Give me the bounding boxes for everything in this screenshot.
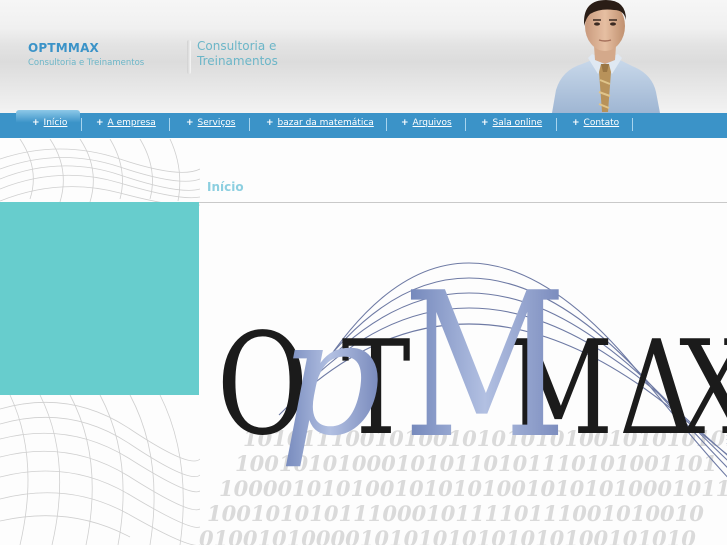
- nav-item-arquivos[interactable]: + Arquivos: [401, 118, 452, 132]
- nav-divider: [632, 118, 633, 131]
- nav-item-inicio[interactable]: + Início: [32, 118, 67, 132]
- plus-icon: +: [572, 118, 580, 128]
- nav-item-label[interactable]: Início: [44, 118, 68, 128]
- nav-item-label[interactable]: Serviços: [198, 118, 236, 128]
- plus-icon: +: [401, 118, 409, 128]
- nav-item-sala-online[interactable]: + Sala online: [481, 118, 542, 132]
- nav-item-a-empresa[interactable]: + A empresa: [96, 118, 156, 132]
- header-slogan: Consultoria e Treinamentos: [197, 39, 278, 68]
- plus-icon: +: [266, 118, 274, 128]
- brand-name[interactable]: OPTMMAX: [28, 41, 144, 55]
- optmmax-logo-graphic: 10101110010100101010101001010101010 1001…: [199, 249, 727, 545]
- optmmax-logo: 10101110010100101010101001010101010 1001…: [199, 203, 727, 545]
- nav-item-label[interactable]: A empresa: [108, 118, 156, 128]
- brand-tagline: Consultoria e Treinamentos: [28, 58, 145, 68]
- binary-line: 1001010101110001011110111001010010: [207, 501, 704, 526]
- nav-divider: [169, 118, 170, 131]
- binary-line: 0100101000010101010101010100101010: [199, 526, 696, 545]
- header-divider: [187, 40, 191, 74]
- teal-feature-block: [0, 202, 199, 395]
- nav-item-label[interactable]: Sala online: [493, 118, 543, 128]
- businessman-photo: [552, 0, 660, 113]
- logo-letter-m-blue: M: [403, 249, 567, 482]
- nav-item-bazar-da-matematica[interactable]: + bazar da matemática: [266, 118, 374, 132]
- nav-item-servicos[interactable]: + Serviços: [186, 118, 235, 132]
- page-title: Início: [207, 180, 244, 194]
- logo-letter-x: X: [679, 313, 727, 464]
- nav-divider: [465, 118, 466, 131]
- brand[interactable]: OPTMMAX Consultoria e Treinamentos: [28, 41, 144, 68]
- nav-item-label[interactable]: Arquivos: [413, 118, 452, 128]
- plus-icon: +: [32, 118, 40, 128]
- nav-item-label[interactable]: Contato: [584, 118, 620, 128]
- nav-divider: [386, 118, 387, 131]
- plus-icon: +: [96, 118, 104, 128]
- nav-divider: [81, 118, 82, 131]
- plus-icon: +: [481, 118, 489, 128]
- nav-divider: [556, 118, 557, 131]
- nav-divider: [249, 118, 250, 131]
- nav-item-label[interactable]: bazar da matemática: [278, 118, 374, 128]
- nav-item-contato[interactable]: + Contato: [572, 118, 619, 132]
- logo-letter-p: p: [279, 284, 381, 471]
- plus-icon: +: [186, 118, 194, 128]
